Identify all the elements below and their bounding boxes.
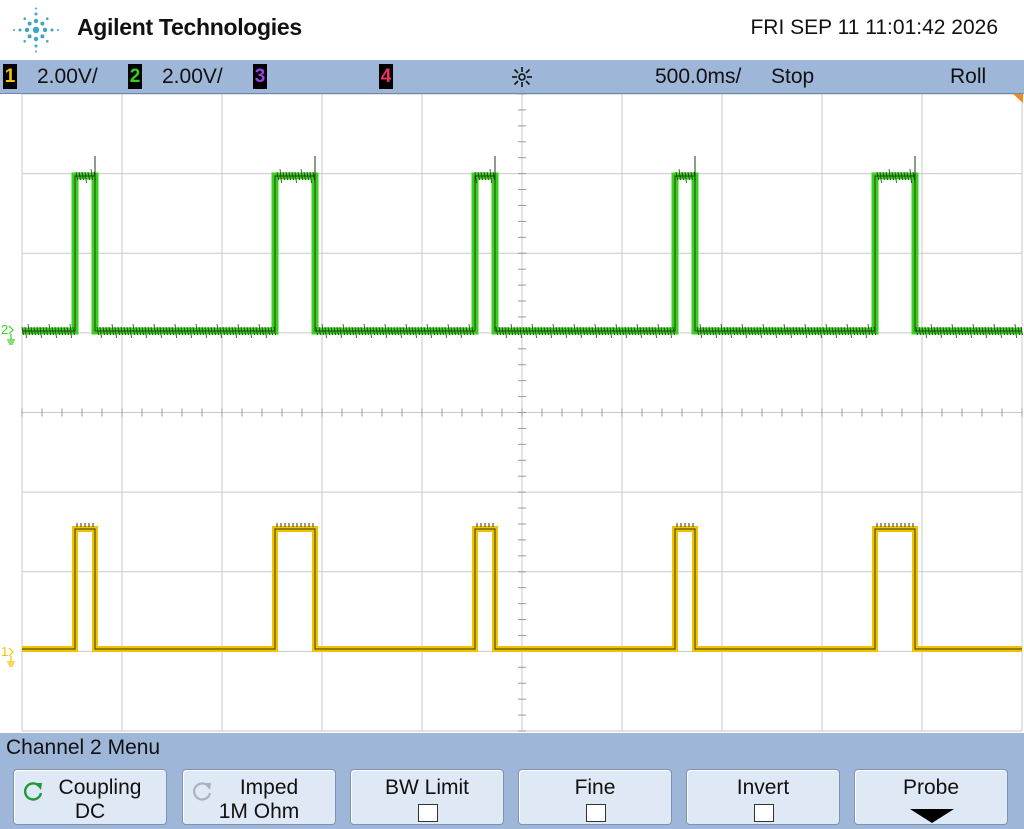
coupling-value: DC xyxy=(74,800,106,823)
channel-2-scale[interactable]: 2.00V/ xyxy=(162,60,223,93)
channel-4-badge[interactable]: 4 xyxy=(379,64,393,89)
graticule-and-traces: 2 1 xyxy=(1,93,1023,732)
impedance-value: 1M Ohm xyxy=(218,800,300,823)
bw-limit-softkey[interactable]: BW Limit xyxy=(350,769,504,825)
channel-1-ground-label: 1 xyxy=(1,644,8,659)
channel-1-number: 1 xyxy=(4,66,16,87)
channel-2-ground-label: 2 xyxy=(1,322,8,337)
waveform-display[interactable]: 2 1 xyxy=(0,93,1024,732)
fine-label: Fine xyxy=(574,776,616,799)
softkey-bar: Coupling DC Imped 1M Ohm BW Limit Fine I… xyxy=(0,763,1024,829)
channel-1-badge[interactable]: 1 xyxy=(3,64,17,89)
menu-title: Channel 2 Menu xyxy=(0,733,1024,763)
trigger-icon[interactable] xyxy=(511,66,533,88)
invert-label: Invert xyxy=(736,776,790,799)
channel-3-badge[interactable]: 3 xyxy=(253,64,267,89)
arrow-down-icon xyxy=(910,809,954,823)
date-time: FRI SEP 11 11:01:42 2026 xyxy=(750,16,998,39)
probe-label: Probe xyxy=(902,776,960,799)
status-bar: 1 2.00V/ 2 2.00V/ 3 4 500.0ms/ Stop Roll xyxy=(0,60,1024,94)
probe-softkey[interactable]: Probe xyxy=(854,769,1008,825)
channel-1-scale[interactable]: 2.00V/ xyxy=(37,60,98,93)
agilent-spark-logo xyxy=(13,7,59,53)
channel-2-number: 2 xyxy=(129,66,141,87)
header: Agilent Technologies FRI SEP 11 11:01:42… xyxy=(0,0,1024,60)
bw-limit-label: BW Limit xyxy=(385,776,469,799)
channel-2-badge[interactable]: 2 xyxy=(128,64,142,89)
bw-limit-checkbox[interactable] xyxy=(418,804,438,822)
channel-3-number: 3 xyxy=(254,66,266,87)
invert-softkey[interactable]: Invert xyxy=(686,769,840,825)
coupling-label: Coupling xyxy=(58,776,142,799)
timebase-scale[interactable]: 500.0ms/ xyxy=(655,60,741,93)
acquisition-mode: Roll xyxy=(950,65,987,88)
impedance-softkey[interactable]: Imped 1M Ohm xyxy=(182,769,336,825)
channel-1-ground-marker[interactable]: 1 xyxy=(1,644,15,667)
invert-checkbox[interactable] xyxy=(754,804,774,822)
fine-softkey[interactable]: Fine xyxy=(518,769,672,825)
coupling-softkey[interactable]: Coupling DC xyxy=(13,769,167,825)
channel-2-ground-marker[interactable]: 2 xyxy=(1,322,15,345)
impedance-label: Imped xyxy=(239,776,299,799)
fine-checkbox[interactable] xyxy=(586,804,606,822)
channel-4-number: 4 xyxy=(380,66,392,87)
brand-name: Agilent Technologies xyxy=(77,14,302,40)
run-state: Stop xyxy=(771,65,815,88)
